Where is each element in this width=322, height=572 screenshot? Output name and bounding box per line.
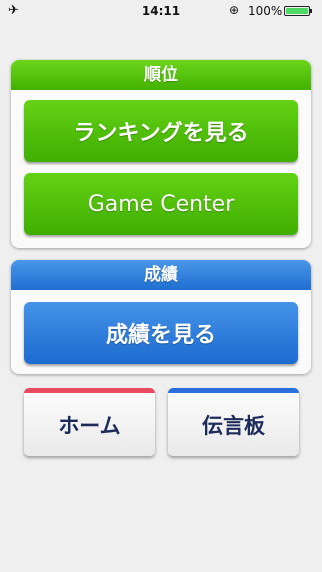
battery-icon xyxy=(284,6,312,16)
ranking-panel: 順位 ランキングを見る Game Center xyxy=(11,60,311,248)
message-board-button-label: 伝言板 xyxy=(202,413,265,438)
orientation-lock-icon: ⊕ xyxy=(229,3,240,17)
results-section-title: 成績 xyxy=(11,260,311,290)
message-board-button[interactable]: 伝言板 xyxy=(168,388,299,456)
status-bar: ✈ 14:11 ⊕ 100% xyxy=(0,0,322,22)
ranking-section-title: 順位 xyxy=(11,60,311,90)
battery-percent: 100% xyxy=(248,4,283,18)
home-button-label: ホーム xyxy=(58,413,121,438)
view-results-button[interactable]: 成績を見る xyxy=(24,302,298,364)
home-button[interactable]: ホーム xyxy=(24,388,155,456)
view-ranking-button[interactable]: ランキングを見る xyxy=(24,100,298,162)
results-panel: 成績 成績を見る xyxy=(11,260,311,374)
game-center-button[interactable]: Game Center xyxy=(24,173,298,235)
